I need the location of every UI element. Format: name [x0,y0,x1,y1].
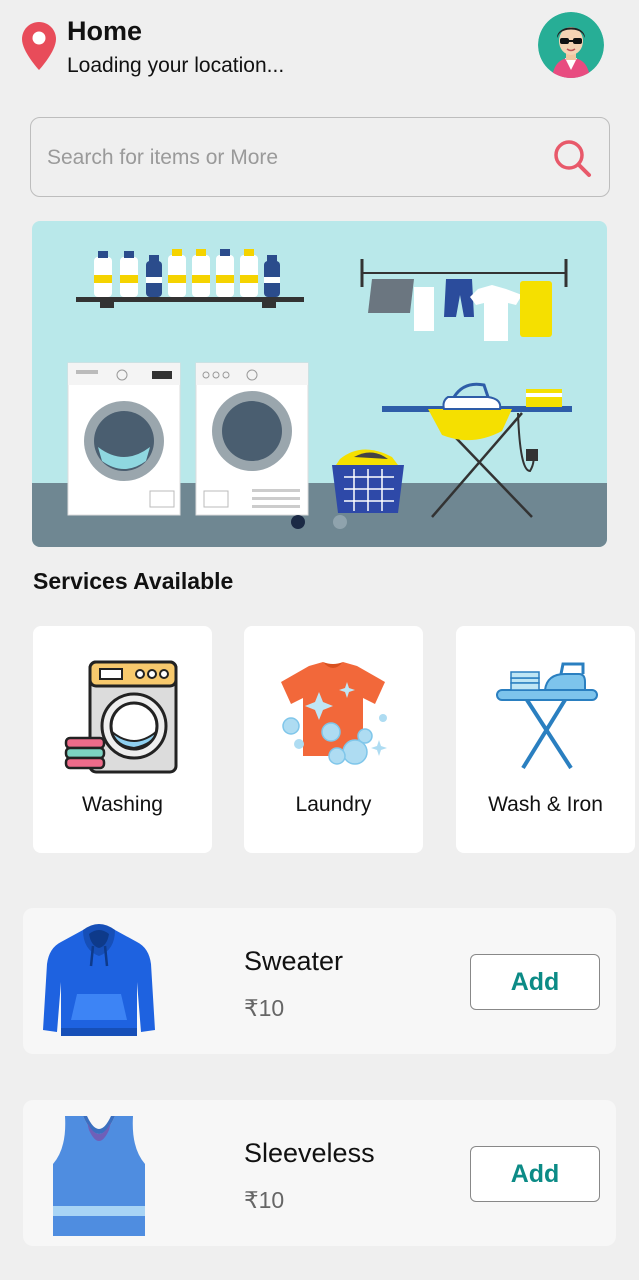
services-title: Services Available [33,568,234,594]
add-sweater-button[interactable]: Add [470,954,600,1010]
search-input[interactable] [47,138,527,178]
carousel-dot-2[interactable] [333,515,347,529]
item-price: ₹10 [244,995,285,1021]
hoodie-icon [43,924,155,1036]
item-card-sweater: Sweater ₹10 Add [23,908,616,1054]
header: Home Loading your location... [0,0,639,100]
tank-top-icon [53,1116,145,1236]
service-card-washing[interactable]: Washing [33,626,212,853]
laundry-illustration [32,221,607,547]
avatar[interactable] [538,12,604,78]
item-name: Sweater [244,946,344,976]
avatar-image [538,12,604,78]
washing-machine-icon [64,660,178,774]
location-title[interactable]: Home [67,16,142,47]
carousel-indicator[interactable] [291,515,347,529]
service-label: Washing [82,793,163,816]
tshirt-bubbles-icon [281,662,387,765]
location-subtitle[interactable]: Loading your location... [67,54,284,78]
item-card-sleeveless: Sleeveless ₹10 Add [23,1100,616,1246]
ironing-board-icon [496,662,598,770]
location-pin-icon[interactable] [22,22,56,70]
item-name: Sleeveless [244,1138,375,1168]
service-card-laundry[interactable]: Laundry [244,626,423,853]
add-sleeveless-button[interactable]: Add [470,1146,600,1202]
service-label: Laundry [295,793,372,816]
promo-banner[interactable] [32,221,607,547]
search-bar[interactable] [30,117,610,197]
service-label: Wash & Iron [488,793,603,816]
service-card-wash-iron[interactable]: Wash & Iron [456,626,635,853]
carousel-dot-1[interactable] [291,515,305,529]
services-carousel[interactable]: Washing Laundry Wash & Iron [0,626,639,854]
search-icon[interactable] [552,138,592,178]
item-price: ₹10 [244,1187,285,1213]
